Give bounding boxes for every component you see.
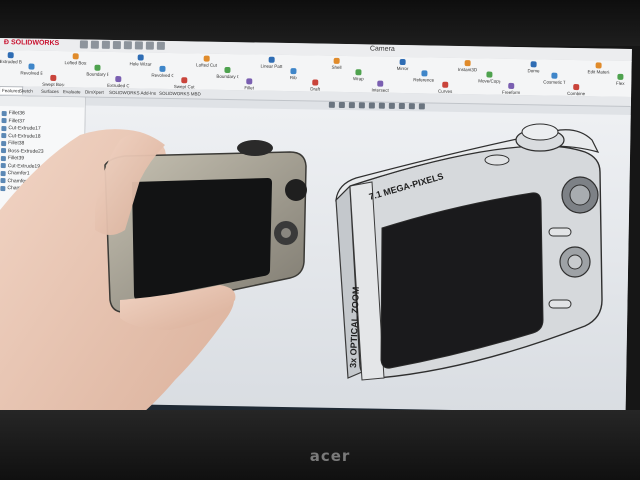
monitor-bezel-bottom [0,410,640,480]
hand-holding-camera [0,129,307,480]
photo-camera-wheel [285,179,307,201]
monitor-brand-logo: acer [309,447,351,465]
photo-camera-dial [237,140,273,156]
